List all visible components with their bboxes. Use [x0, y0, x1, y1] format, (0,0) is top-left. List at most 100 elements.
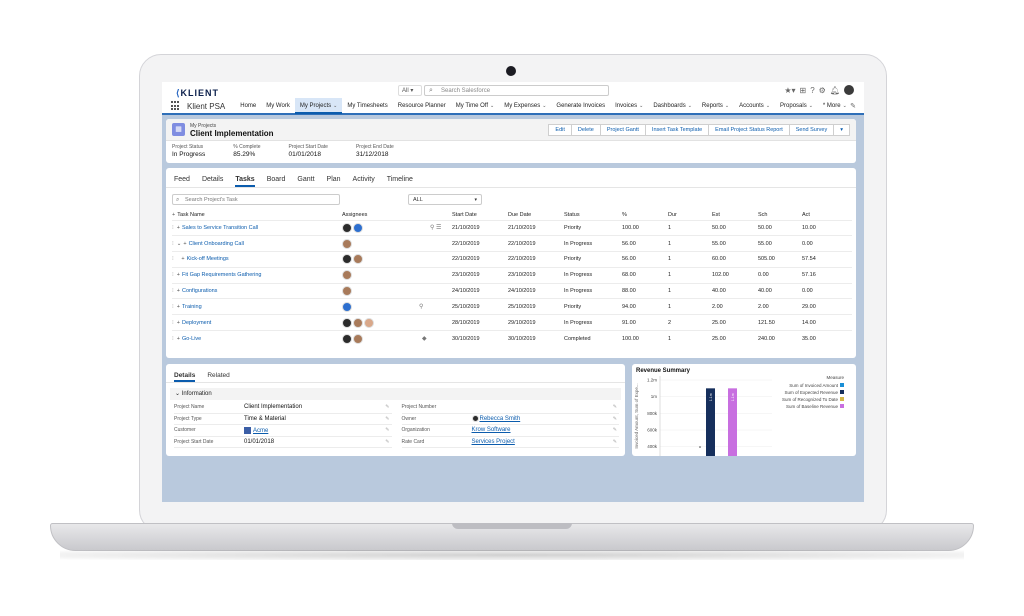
assignee-avatar[interactable] — [353, 222, 363, 233]
drag-handle-icon[interactable]: ⁝ — [172, 304, 174, 310]
task-indicator-icon[interactable]: ◆ — [422, 336, 427, 342]
task-name-link[interactable]: Fit Gap Requirements Gathering — [182, 272, 261, 278]
tab-feed[interactable]: Feed — [174, 176, 190, 187]
drag-handle-icon[interactable]: ⁝ — [172, 272, 174, 278]
table-row[interactable]: ⁝ + Configurations 24/10/2019 24/10/2019 In P… — [172, 282, 852, 299]
column-header-est[interactable]: Est — [712, 210, 758, 220]
assignee-avatar[interactable] — [353, 333, 363, 344]
chevron-down-icon[interactable]: ⌄ — [333, 103, 337, 109]
table-row[interactable]: ⁝ + Deployment 28/10/2019 29/10/2019 In Progr… — [172, 314, 852, 331]
column-header-due-date[interactable]: Due Date — [508, 210, 564, 220]
add-subtask-plus-icon[interactable]: + — [177, 336, 180, 342]
nav-item-reports[interactable]: Reports ⌄ — [697, 98, 734, 114]
assignee-avatar[interactable] — [342, 222, 352, 233]
drag-handle-icon[interactable]: ⁝ — [172, 241, 174, 247]
details-tab-details[interactable]: Details — [174, 372, 196, 382]
add-subtask-plus-icon[interactable]: + — [177, 320, 180, 326]
chevron-down-icon[interactable]: ⌄ — [639, 103, 643, 109]
edit-button[interactable]: Edit — [548, 124, 572, 136]
field-value[interactable]: Rebecca Smith — [471, 415, 520, 422]
tab-activity[interactable]: Activity — [353, 176, 375, 187]
nav-item-more[interactable]: * More ⌄ — [818, 98, 852, 114]
nav-item-proposals[interactable]: Proposals ⌄ — [775, 98, 818, 114]
add-subtask-plus-icon[interactable]: + — [183, 241, 186, 247]
edit-pencil-icon[interactable]: ✎ — [613, 416, 617, 422]
nav-item-my-time-off[interactable]: My Time Off ⌄ — [451, 98, 499, 114]
chevron-down-icon[interactable]: ⌄ — [490, 103, 494, 109]
task-name-link[interactable]: Configurations — [182, 288, 217, 294]
table-row[interactable]: ⁝ + Sales to Service Transition Call ⚲ ☰ 21/… — [172, 219, 852, 236]
column-header-dur[interactable]: Dur — [668, 210, 712, 220]
tab-plan[interactable]: Plan — [327, 176, 341, 187]
column-header-act[interactable]: Act — [802, 210, 852, 220]
task-indicator-icon[interactable]: ⚲ ☰ — [430, 225, 441, 231]
drag-handle-icon[interactable]: ⁝ — [172, 336, 174, 342]
assignee-avatar[interactable] — [342, 238, 352, 249]
notifications-bell-icon[interactable]: 🔔︎ — [830, 86, 840, 95]
assignee-avatar[interactable] — [353, 254, 363, 265]
favorites-icon[interactable]: ★▾ — [784, 86, 795, 95]
drag-handle-icon[interactable]: ⁝ — [172, 320, 174, 326]
assignee-avatar[interactable] — [342, 270, 352, 281]
tab-tasks[interactable]: Tasks — [235, 176, 255, 187]
edit-pencil-icon[interactable]: ✎ — [613, 404, 617, 410]
nav-item-my-timesheets[interactable]: My Timesheets — [342, 98, 392, 114]
edit-pencil-icon[interactable]: ✎ — [385, 404, 389, 410]
expand-chevron-icon[interactable]: ⌄ — [177, 241, 182, 247]
field-value[interactable]: Krow Software — [472, 427, 511, 433]
add-subtask-plus-icon[interactable]: + — [177, 304, 180, 310]
task-name-link[interactable]: Deployment — [182, 320, 211, 326]
nav-item-dashboards[interactable]: Dashboards ⌄ — [648, 98, 697, 114]
column-header-start-date[interactable]: Start Date — [452, 210, 508, 220]
edit-pencil-icon[interactable]: ✎ — [385, 439, 389, 445]
email-project-status-report-button[interactable]: Email Project Status Report — [709, 124, 790, 136]
nav-item-accounts[interactable]: Accounts ⌄ — [734, 98, 775, 114]
column-header-status[interactable]: Status — [564, 210, 622, 220]
delete-button[interactable]: Delete — [571, 124, 601, 136]
assignee-avatar[interactable] — [353, 317, 363, 328]
column-header-[interactable]: % — [622, 210, 668, 220]
add-subtask-plus-icon[interactable]: + — [177, 272, 180, 278]
task-search-input[interactable]: ⌕ Search Project's Task — [172, 194, 340, 205]
edit-pencil-icon[interactable]: ✎ — [385, 427, 389, 433]
information-section-header[interactable]: ⌄ Information — [170, 388, 621, 400]
chevron-down-icon[interactable]: ⌄ — [725, 103, 729, 109]
assignee-avatar[interactable] — [342, 286, 352, 297]
global-search-input[interactable]: ⌕ Search Salesforce — [424, 85, 609, 96]
setup-gear-icon[interactable]: ⚙ — [819, 86, 826, 95]
table-row[interactable]: ⁝ ⌄ + Client Onboarding Call 22/10/2019 22/10… — [172, 235, 852, 252]
drag-handle-icon[interactable]: ⁝ — [172, 256, 174, 262]
nav-item-my-work[interactable]: My Work — [261, 98, 295, 114]
details-tab-related[interactable]: Related — [207, 372, 229, 382]
chevron-down-icon[interactable]: ⌄ — [542, 103, 546, 109]
nav-item-my-projects[interactable]: My Projects ⌄ — [294, 98, 343, 114]
send-survey-button[interactable]: Send Survey — [789, 124, 835, 136]
global-actions-icon[interactable]: ⊞ — [800, 86, 807, 95]
add-task-plus-icon[interactable]: + — [172, 212, 175, 218]
chevron-down-icon[interactable]: ⌄ — [766, 103, 770, 109]
edit-pencil-icon[interactable]: ✎ — [613, 439, 617, 445]
tab-gantt[interactable]: Gantt — [297, 176, 314, 187]
assignee-avatar[interactable] — [342, 301, 352, 312]
drag-handle-icon[interactable]: ⁝ — [172, 288, 174, 294]
project-gantt-button[interactable]: Project Gantt — [600, 124, 646, 136]
user-avatar[interactable] — [844, 85, 854, 95]
more-actions-chevron-icon[interactable]: ▾ — [834, 124, 850, 136]
column-header-task-name[interactable]: + Task Name — [172, 210, 342, 220]
task-name-link[interactable]: Client Onboarding Call — [189, 241, 244, 247]
task-name-link[interactable]: Kick-off Meetings — [187, 256, 229, 262]
table-row[interactable]: ⁝ + Training ⚲ 25/10/2019 25/10/2019 Priority 9… — [172, 298, 852, 315]
table-row[interactable]: ⁝ + Go-Live ◆ 30/10/2019 30/10/2019 Completed 1… — [172, 330, 852, 347]
edit-pencil-icon[interactable]: ✎ — [613, 427, 617, 433]
chevron-down-icon[interactable]: ⌄ — [843, 103, 847, 109]
assignee-avatar[interactable] — [342, 317, 352, 328]
add-subtask-plus-icon[interactable]: + — [181, 256, 184, 262]
edit-pencil-icon[interactable]: ✎ — [385, 416, 389, 422]
chevron-down-icon[interactable]: ⌄ — [688, 103, 692, 109]
column-header-sch[interactable]: Sch — [758, 210, 802, 220]
task-name-link[interactable]: Training — [182, 304, 202, 310]
add-subtask-plus-icon[interactable]: + — [177, 288, 180, 294]
tab-timeline[interactable]: Timeline — [387, 176, 413, 187]
nav-item-invoices[interactable]: Invoices ⌄ — [610, 98, 648, 114]
help-icon[interactable]: ? — [810, 86, 814, 95]
